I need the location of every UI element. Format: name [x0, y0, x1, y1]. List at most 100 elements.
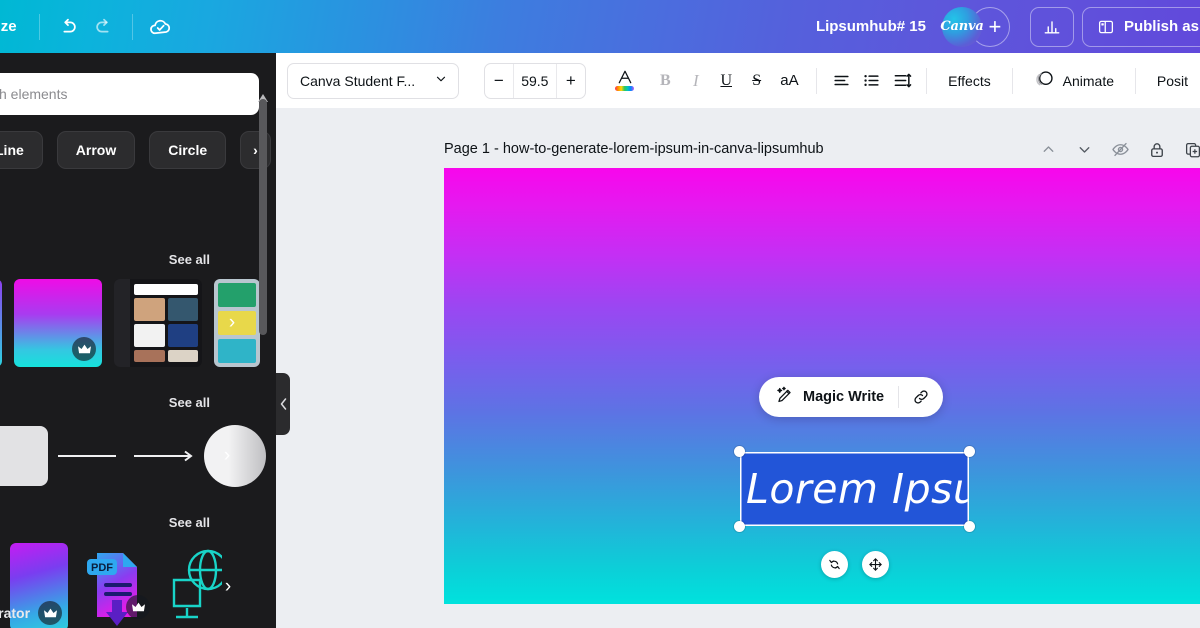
shapes-row: ›: [0, 425, 266, 487]
align-left-icon[interactable]: [826, 63, 856, 99]
design-page[interactable]: Magic Write Lorem Ipsum: [444, 168, 1200, 604]
top-bar-left-group: size: [0, 0, 179, 53]
publish-as-label: Publish as: [1124, 18, 1199, 35]
search-area: ch elements: [0, 73, 259, 115]
scroll-next-icon[interactable]: ›: [218, 309, 246, 337]
animate-button[interactable]: Animate: [1022, 63, 1126, 99]
scroll-next-icon[interactable]: ›: [213, 442, 241, 470]
recently-used-row: ›: [0, 279, 260, 367]
canva-editor-window: size Lipsumhub# 15: [0, 0, 1200, 628]
premium-crown-icon: [72, 337, 96, 361]
divider: [816, 68, 817, 94]
section-header-recently-used: sed See all: [0, 251, 244, 267]
quick-shape-chips: Line Arrow Circle ›: [0, 131, 271, 169]
resize-handle-bottom-right[interactable]: [964, 521, 975, 532]
move-icon[interactable]: [862, 551, 889, 578]
scroll-up-arrow-icon[interactable]: [258, 89, 268, 97]
search-placeholder: ch elements: [0, 86, 67, 102]
undo-icon[interactable]: [50, 9, 86, 45]
text-content: Lorem Ipsum: [740, 452, 969, 526]
shape-arrow[interactable]: [126, 450, 204, 462]
divider: [39, 14, 40, 40]
premium-crown-icon: [38, 601, 62, 625]
avatar[interactable]: Canva: [942, 7, 982, 47]
elements-side-panel: ch elements Line Arrow Circle › sed See …: [0, 53, 276, 628]
premium-crown-icon: [126, 595, 150, 619]
resize-button[interactable]: size: [0, 18, 29, 35]
object-tools-group: [821, 551, 889, 578]
text-toolbar: Canva Student F... − 59.5 + B I U S aA: [276, 53, 1200, 108]
top-bar-right-group: Lipsumhub# 15 Canva + Publis: [816, 0, 1200, 53]
section-header-shapes: See all: [0, 395, 244, 410]
magic-pencil-icon: [775, 386, 794, 409]
divider: [132, 14, 133, 40]
chevron-down-icon: [434, 72, 448, 89]
underline-button[interactable]: U: [711, 63, 741, 99]
chip-line[interactable]: Line: [0, 131, 43, 169]
increase-font-size-button[interactable]: +: [557, 64, 585, 98]
eye-off-icon[interactable]: [1105, 134, 1136, 165]
lock-icon[interactable]: [1141, 134, 1172, 165]
font-size-input[interactable]: 59.5: [513, 64, 557, 98]
redo-icon[interactable]: [86, 9, 122, 45]
link-icon[interactable]: [899, 377, 943, 417]
font-family-value: Canva Student F...: [300, 73, 415, 89]
collaborators-group: Canva +: [942, 7, 1010, 47]
thumbnail-item[interactable]: [114, 279, 202, 367]
font-family-select[interactable]: Canva Student F...: [287, 63, 459, 99]
see-all-recently-used[interactable]: See all: [169, 252, 244, 267]
graphic-item-pdf[interactable]: PDF: [80, 543, 152, 628]
magic-write-button[interactable]: Magic Write: [759, 386, 898, 409]
animate-circles-icon: [1034, 69, 1055, 93]
canvas-stage: Page 1 - how-to-generate-lorem-ipsum-in-…: [276, 108, 1200, 628]
divider: [1012, 68, 1013, 94]
font-size-stepper: − 59.5 +: [484, 63, 586, 99]
line-spacing-icon[interactable]: [887, 63, 917, 99]
resize-handle-bottom-left[interactable]: [734, 521, 745, 532]
chevron-up-icon[interactable]: [1033, 134, 1064, 165]
thumbnail-item[interactable]: [14, 279, 102, 367]
panel-scrollbar[interactable]: [259, 99, 267, 335]
page-title-label[interactable]: Page 1 - how-to-generate-lorem-ipsum-in-…: [444, 141, 824, 157]
bottom-section-label: enerator: [0, 605, 30, 621]
shape-rounded-rect[interactable]: [0, 426, 48, 486]
collapse-panel-handle[interactable]: [276, 373, 290, 435]
position-button[interactable]: Posit: [1145, 63, 1200, 99]
effects-button[interactable]: Effects: [936, 63, 1003, 99]
thumbnail-item[interactable]: [0, 279, 2, 367]
search-input[interactable]: ch elements: [0, 73, 259, 115]
svg-text:PDF: PDF: [91, 562, 113, 574]
italic-button[interactable]: I: [681, 63, 711, 99]
strikethrough-button[interactable]: S: [741, 63, 771, 99]
text-color-A-icon[interactable]: [610, 63, 640, 99]
document-title[interactable]: Lipsumhub# 15: [816, 18, 926, 35]
shape-line[interactable]: [48, 455, 126, 457]
chip-arrow[interactable]: Arrow: [57, 131, 135, 169]
resize-handle-top-left[interactable]: [734, 446, 745, 457]
divider: [1135, 68, 1136, 94]
see-all-shapes[interactable]: See all: [169, 395, 244, 410]
bold-button[interactable]: B: [650, 63, 680, 99]
selected-text-element[interactable]: Lorem Ipsum: [740, 452, 969, 526]
divider: [926, 68, 927, 94]
duplicate-icon[interactable]: [1177, 134, 1200, 165]
bullet-list-icon[interactable]: [856, 63, 886, 99]
see-all-graphics[interactable]: See all: [169, 515, 244, 530]
rotate-icon[interactable]: [821, 551, 848, 578]
cloud-saved-icon[interactable]: [143, 9, 179, 45]
magic-write-label: Magic Write: [803, 389, 884, 405]
magic-write-popup: Magic Write: [759, 377, 943, 417]
analytics-bar-chart-icon[interactable]: [1030, 7, 1074, 47]
scroll-next-icon[interactable]: ›: [214, 573, 242, 601]
graphics-row: PDF ›: [0, 543, 222, 628]
section-header-graphics: See all: [0, 515, 244, 530]
chevron-down-icon[interactable]: [1069, 134, 1100, 165]
publish-as-button[interactable]: Publish as: [1082, 7, 1200, 47]
top-bar: size Lipsumhub# 15: [0, 0, 1200, 53]
chip-circle[interactable]: Circle: [149, 131, 226, 169]
letter-case-button[interactable]: aA: [772, 63, 807, 99]
resize-handle-top-right[interactable]: [964, 446, 975, 457]
page-tools-group: [1033, 134, 1200, 165]
decrease-font-size-button[interactable]: −: [485, 64, 513, 98]
animate-label: Animate: [1063, 73, 1114, 89]
